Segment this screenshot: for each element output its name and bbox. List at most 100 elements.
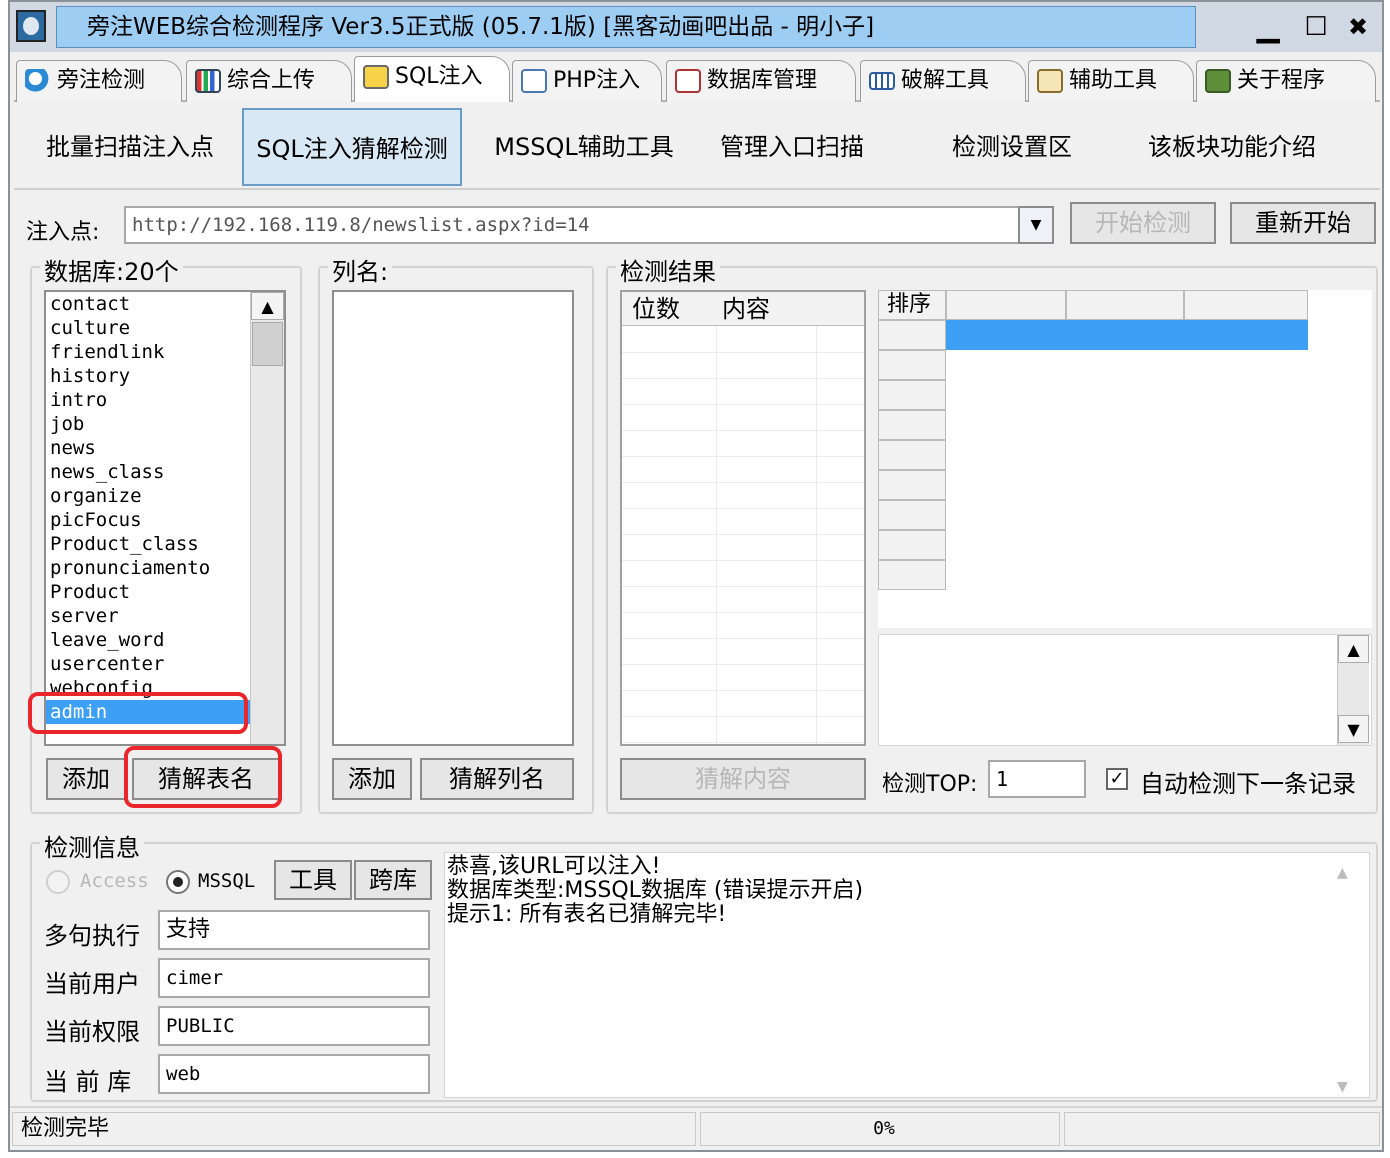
multi-exec-value: 支持 xyxy=(158,910,430,950)
tab-about[interactable]: 关于程序 xyxy=(1196,60,1376,102)
guess-column-button[interactable]: 猜解列名 xyxy=(420,758,574,800)
subtab-sql-guess[interactable]: SQL注入猜解检测 xyxy=(242,108,462,186)
subtab-batch-scan[interactable]: 批量扫描注入点 xyxy=(20,108,240,186)
table-list-item[interactable]: leave_word xyxy=(46,628,250,652)
table-list[interactable]: contact culture friendlink history intro job n… xyxy=(44,290,286,746)
scroll-thumb[interactable] xyxy=(252,322,283,366)
tab-crack-tools[interactable]: 破解工具 xyxy=(860,60,1026,102)
sort-selected-row[interactable] xyxy=(946,320,1308,350)
app-icon xyxy=(16,10,46,42)
log-line: 提示1: 所有表名已猜解完毕! xyxy=(447,902,727,927)
database-icon xyxy=(675,69,701,93)
table-list-item[interactable]: pronunciamento xyxy=(46,556,250,580)
subtab-intro[interactable]: 该板块功能介绍 xyxy=(1122,108,1342,186)
inject-label: 注入点: xyxy=(26,220,100,245)
table-list-item[interactable]: news_class xyxy=(46,460,250,484)
status-text: 检测完毕 xyxy=(12,1112,696,1146)
col-digits-header: 位数 xyxy=(632,295,680,323)
sort-row-header[interactable] xyxy=(878,320,946,350)
table-list-item[interactable]: usercenter xyxy=(46,652,250,676)
table-list-item[interactable]: culture xyxy=(46,316,250,340)
column-list[interactable] xyxy=(332,290,574,746)
table-list-item[interactable]: Product_class xyxy=(46,532,250,556)
column-add-button[interactable]: 添加 xyxy=(332,758,412,800)
status-bar: 检测完毕 0% xyxy=(10,1106,1382,1150)
columns-label: 列名: xyxy=(328,252,393,287)
table-list-item[interactable]: history xyxy=(46,364,250,388)
sort-row-header[interactable] xyxy=(878,560,946,590)
tools-button[interactable]: 工具 xyxy=(274,860,352,900)
current-db-label: 当 前 库 xyxy=(44,1068,132,1096)
table-list-item[interactable]: news xyxy=(46,436,250,460)
table-add-button[interactable]: 添加 xyxy=(46,758,126,800)
minimize-button[interactable]: ▁ xyxy=(1248,8,1288,46)
mssql-radio[interactable] xyxy=(166,870,190,894)
tab-upload[interactable]: 综合上传 xyxy=(186,60,352,102)
sort-col-header xyxy=(946,290,1066,320)
table-list-item[interactable]: friendlink xyxy=(46,340,250,364)
sort-row-header[interactable] xyxy=(878,440,946,470)
detail-memo[interactable]: ▲ ▼ xyxy=(878,634,1372,746)
table-list-item[interactable]: organize xyxy=(46,484,250,508)
subtab-settings[interactable]: 检测设置区 xyxy=(902,108,1122,186)
sort-row-header[interactable] xyxy=(878,350,946,380)
guess-content-button[interactable]: 猜解内容 xyxy=(620,758,866,800)
scroll-down-arrow[interactable]: ▼ xyxy=(1338,715,1369,743)
close-button[interactable]: ✖ xyxy=(1338,8,1378,46)
subtab-admin-scan[interactable]: 管理入口扫描 xyxy=(682,108,902,186)
sort-col-header xyxy=(1184,290,1308,320)
tab-database-manager[interactable]: 数据库管理 xyxy=(666,60,856,102)
auto-next-checkbox[interactable]: ✓ xyxy=(1106,768,1128,790)
current-perm-label: 当前权限 xyxy=(44,1018,140,1046)
table-list-item[interactable]: contact xyxy=(46,292,250,316)
sort-grid[interactable]: 排序 xyxy=(878,290,1372,628)
sort-row-header[interactable] xyxy=(878,380,946,410)
result-label: 检测结果 xyxy=(616,252,720,287)
arrow-up-icon: ▲ xyxy=(261,297,274,316)
sort-row-header[interactable] xyxy=(878,530,946,560)
title-bar: 旁注WEB综合检测程序 Ver3.5正式版 (05.7.1版) [黑客动画吧出品… xyxy=(10,2,1382,52)
log-line: 恭喜,该URL可以注入! xyxy=(447,854,661,879)
maximize-button[interactable]: ☐ xyxy=(1296,8,1336,46)
top-input[interactable]: 1 xyxy=(988,760,1086,798)
table-list-scrollbar[interactable]: ▲ xyxy=(250,292,284,744)
sort-row-header[interactable] xyxy=(878,500,946,530)
result-grid[interactable]: 位数 内容 xyxy=(620,290,866,746)
chart-icon xyxy=(195,69,221,93)
cross-db-button[interactable]: 跨库 xyxy=(354,860,432,900)
sort-row-header[interactable] xyxy=(878,470,946,500)
mssql-label: MSSQL xyxy=(198,870,256,892)
tab-php-injection[interactable]: PHP注入 xyxy=(512,60,662,102)
tab-sql-injection[interactable]: SQL注入 xyxy=(354,56,510,102)
tab-label: PHP注入 xyxy=(553,68,641,93)
log-scroll-down-icon[interactable]: ▼ xyxy=(1337,1075,1348,1099)
table-list-item[interactable]: picFocus xyxy=(46,508,250,532)
tab-label: 关于程序 xyxy=(1237,68,1326,93)
log-scroll-up-icon[interactable]: ▲ xyxy=(1337,861,1348,885)
access-radio[interactable] xyxy=(46,870,70,894)
info-label: 检测信息 xyxy=(40,828,144,863)
tab-label: 旁注检测 xyxy=(57,68,146,93)
php-icon xyxy=(521,69,547,93)
url-input[interactable]: http://192.168.119.8/newslist.aspx?id=14 xyxy=(124,206,1020,244)
scroll-up-arrow[interactable]: ▲ xyxy=(1338,635,1369,663)
start-detect-button[interactable]: 开始检测 xyxy=(1070,202,1216,244)
subtab-mssql-tools[interactable]: MSSQL辅助工具 xyxy=(474,108,694,186)
auto-next-label: 自动检测下一条记录 xyxy=(1140,770,1356,798)
scroll-up-arrow[interactable]: ▲ xyxy=(251,292,284,320)
access-label: Access xyxy=(80,870,149,892)
detail-scrollbar[interactable]: ▲ ▼ xyxy=(1337,635,1369,745)
top-label: 检测TOP: xyxy=(882,772,978,797)
url-dropdown-button[interactable]: ▼ xyxy=(1018,206,1054,244)
highlight-guess-table xyxy=(124,746,282,808)
log-memo[interactable]: 恭喜,该URL可以注入! 数据库类型:MSSQL数据库 (错误提示开启) 提示1… xyxy=(444,852,1370,1098)
restart-button[interactable]: 重新开始 xyxy=(1230,202,1376,244)
tab-sidenote-scan[interactable]: 旁注检测 xyxy=(16,60,182,102)
current-db-value: web xyxy=(158,1054,430,1094)
table-list-item[interactable]: job xyxy=(46,412,250,436)
tab-aux-tools[interactable]: 辅助工具 xyxy=(1028,60,1194,102)
table-list-item[interactable]: server xyxy=(46,604,250,628)
table-list-item[interactable]: intro xyxy=(46,388,250,412)
sort-row-header[interactable] xyxy=(878,410,946,440)
table-list-item[interactable]: Product xyxy=(46,580,250,604)
